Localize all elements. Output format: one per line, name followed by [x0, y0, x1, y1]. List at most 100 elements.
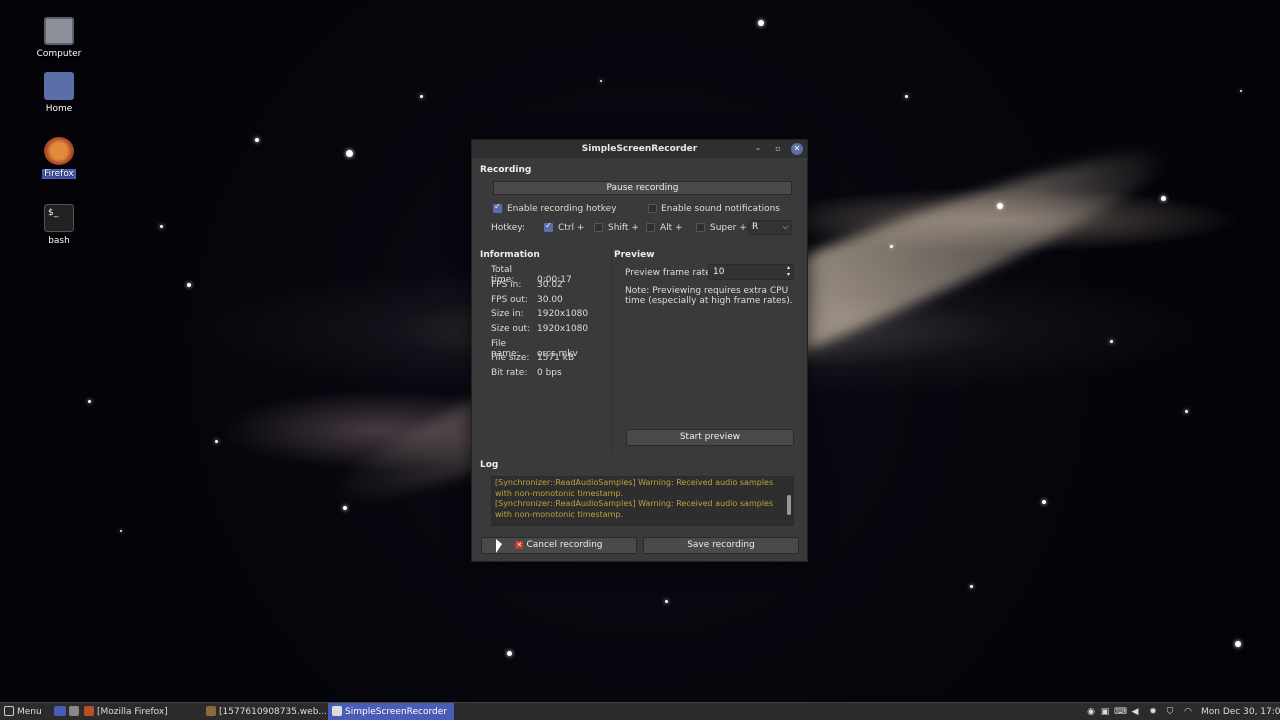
menu-button[interactable]: Menu — [0, 703, 48, 720]
files-launcher[interactable] — [68, 703, 80, 720]
info-row: Total time: 0:00:17 — [491, 265, 572, 285]
home-folder-icon — [44, 72, 74, 100]
log-textarea[interactable]: [Synchronizer::ReadAudioSamples] Warning… — [491, 476, 794, 526]
cancel-icon: ✕ — [515, 540, 524, 549]
show-desktop-button[interactable] — [50, 703, 66, 720]
info-key: Bit rate: — [491, 368, 528, 378]
info-key: FPS in: — [491, 280, 522, 290]
alt-checkbox[interactable] — [646, 223, 655, 232]
desktop-icon-label: bash — [48, 236, 70, 246]
info-value: 30.02 — [537, 280, 563, 290]
cancel-recording-label: Cancel recording — [526, 540, 603, 550]
panel-divider — [611, 248, 612, 454]
terminal-icon: $_ — [44, 204, 74, 232]
log-heading: Log — [480, 460, 499, 470]
ctrl-label: Ctrl + — [558, 223, 585, 233]
taskbar-item-label: [Mozilla Firefox] — [97, 707, 168, 717]
taskbar: Menu [Mozilla Firefox] [1577610908735.we… — [0, 702, 1280, 720]
taskbar-item-label: [1577610908735.web... — [219, 707, 328, 717]
maximize-icon[interactable]: ▫ — [772, 143, 784, 155]
info-row: Size out: 1920x1080 — [491, 324, 588, 339]
taskbar-item-simplescreenrecorder[interactable]: SimpleScreenRecorder — [328, 703, 454, 720]
information-heading: Information — [480, 250, 540, 260]
info-value: 1920x1080 — [537, 309, 589, 319]
hotkey-key-select[interactable]: R ⌵ — [748, 220, 792, 235]
desktop-icon-label: Computer — [36, 49, 82, 59]
desktop-icon-label: Home — [45, 104, 73, 114]
info-value: 1920x1080 — [537, 324, 589, 334]
shield-icon[interactable]: ⛉ — [1165, 707, 1175, 717]
firefox-icon — [44, 137, 74, 165]
cancel-recording-button[interactable]: ✕ Cancel recording — [481, 537, 637, 554]
info-row: File size: 1571 kB — [491, 353, 574, 368]
recorder-tray-icon[interactable]: ◉ — [1086, 707, 1096, 717]
info-key: Size out: — [491, 324, 531, 334]
chevron-down-icon: ⌵ — [782, 223, 788, 231]
enable-sound-label: Enable sound notifications — [661, 204, 780, 214]
computer-icon — [44, 17, 74, 45]
menu-icon — [4, 705, 14, 716]
info-row: Size in: 1920x1080 — [491, 309, 588, 324]
window-titlebar[interactable]: SimpleScreenRecorder – ▫ ✕ — [472, 140, 807, 158]
mouse-cursor-icon — [496, 539, 502, 553]
ctrl-checkbox[interactable] — [544, 221, 553, 232]
taskbar-item-webm[interactable]: [1577610908735.web... — [202, 703, 328, 720]
recording-heading: Recording — [480, 165, 532, 175]
clock[interactable]: Mon Dec 30, 17:04 — [1201, 703, 1280, 720]
show-desktop-icon — [54, 705, 66, 716]
alt-label: Alt + — [660, 223, 683, 233]
enable-hotkey-label: Enable recording hotkey — [507, 204, 617, 214]
preview-frame-rate-value: 10 — [713, 267, 725, 277]
close-icon[interactable]: ✕ — [791, 143, 803, 155]
shift-label: Shift + — [608, 223, 639, 233]
log-line: [Synchronizer::ReadAudioSamples] Warning… — [495, 499, 774, 519]
desktop-icon-home[interactable]: Home — [29, 72, 89, 114]
info-row: File name: orcs.mkv — [491, 339, 578, 359]
info-row: Bit rate: 0 bps — [491, 368, 562, 383]
firefox-icon — [84, 705, 94, 716]
brightness-icon[interactable]: ✹ — [1148, 707, 1158, 717]
preview-frame-rate-label: Preview frame rate: — [625, 268, 714, 278]
hotkey-label: Hotkey: — [491, 223, 525, 233]
enable-hotkey-checkbox[interactable] — [493, 202, 502, 213]
spin-arrows-icon[interactable]: ▴ ▾ — [787, 264, 790, 278]
keyboard-tray-icon[interactable]: ⌨ — [1114, 707, 1127, 717]
shift-checkbox[interactable] — [594, 223, 603, 232]
info-value: 0 bps — [537, 368, 562, 378]
info-row: FPS in: 30.02 — [491, 280, 563, 295]
info-row: FPS out: 30.00 — [491, 295, 563, 310]
preview-frame-rate-spinbox[interactable]: 10 ▴ ▾ — [708, 264, 794, 280]
info-key: Size in: — [491, 309, 524, 319]
window-tray-icon[interactable]: ▣ — [1100, 707, 1110, 717]
enable-sound-checkbox[interactable] — [648, 204, 657, 213]
desktop-icon-bash[interactable]: $_ bash — [29, 204, 89, 246]
minimize-icon[interactable]: – — [752, 143, 764, 155]
info-key: File size: — [491, 353, 530, 363]
info-key: FPS out: — [491, 295, 528, 305]
info-value: 30.00 — [537, 295, 563, 305]
preview-note: Note: Previewing requires extra CPU time… — [625, 286, 793, 306]
wifi-icon[interactable]: ◠ — [1183, 707, 1193, 717]
start-preview-button[interactable]: Start preview — [626, 429, 794, 446]
desktop-icon-computer[interactable]: Computer — [29, 17, 89, 59]
save-recording-button[interactable]: Save recording — [643, 537, 799, 554]
pause-recording-button[interactable]: Pause recording — [493, 181, 792, 195]
log-line: [Synchronizer::ReadAudioSamples] Warning… — [495, 478, 774, 498]
taskbar-item-label: SimpleScreenRecorder — [345, 707, 448, 717]
preview-heading: Preview — [614, 250, 655, 260]
volume-icon[interactable]: ◀ — [1130, 707, 1140, 717]
taskbar-item-firefox[interactable]: [Mozilla Firefox] — [80, 703, 198, 720]
desktop-icon-firefox[interactable]: Firefox — [29, 137, 89, 179]
files-icon — [69, 705, 79, 716]
video-file-icon — [206, 705, 216, 716]
window-title: SimpleScreenRecorder — [581, 144, 698, 154]
recorder-icon — [332, 705, 342, 716]
hotkey-key-value: R — [752, 222, 759, 232]
simplescreenrecorder-window: SimpleScreenRecorder – ▫ ✕ Recording Pau… — [471, 139, 808, 562]
menu-label: Menu — [17, 707, 42, 717]
log-scrollbar[interactable] — [787, 495, 791, 515]
super-label: Super + — [710, 223, 747, 233]
desktop-icon-label: Firefox — [42, 169, 76, 179]
info-value: 1571 kB — [537, 353, 575, 363]
super-checkbox[interactable] — [696, 223, 705, 232]
